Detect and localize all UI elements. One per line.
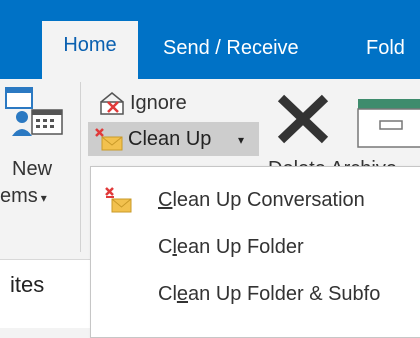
tab-folder[interactable]: Fold [366, 30, 405, 82]
cleanup-icon [95, 128, 123, 151]
new-items-label-line1[interactable]: New [12, 158, 90, 181]
delete-x-icon[interactable] [275, 92, 331, 151]
new-items-label-line2[interactable]: ems ▾ [0, 185, 78, 208]
menu-item-label: Clean Up Folder & Subfo [158, 283, 381, 305]
ribbon-tab-bar: Home Send / Receive Fold [0, 0, 420, 79]
new-items-label-text: ems [0, 185, 38, 207]
ignore-icon [100, 92, 124, 115]
clean-up-menu: Clean Up Conversation Clean Up Folder Cl… [90, 166, 420, 338]
menu-item-clean-up-conversation[interactable]: Clean Up Conversation [91, 177, 420, 223]
chevron-down-icon: ▾ [40, 191, 47, 205]
archive-icon[interactable] [356, 97, 420, 154]
clean-up-button[interactable]: Clean Up ▾ [88, 122, 259, 156]
group-divider [80, 82, 81, 252]
menu-item-clean-up-folder-subfolders[interactable]: Clean Up Folder & Subfo [91, 271, 420, 317]
cleanup-conversation-icon [105, 187, 132, 213]
ignore-label: Ignore [130, 92, 187, 114]
clean-up-label: Clean Up [128, 128, 212, 150]
tab-send-receive[interactable]: Send / Receive [163, 30, 299, 82]
menu-item-label: Clean Up Conversation [158, 189, 365, 211]
folder-pane-favorites[interactable]: ites [0, 259, 90, 328]
favorites-label: ites [10, 272, 45, 297]
tab-home[interactable]: Home [42, 21, 138, 79]
chevron-down-icon: ▾ [238, 133, 245, 147]
menu-item-label: Clean Up Folder [158, 236, 304, 258]
new-items-icon[interactable] [2, 84, 72, 144]
menu-item-clean-up-folder[interactable]: Clean Up Folder [91, 224, 420, 270]
